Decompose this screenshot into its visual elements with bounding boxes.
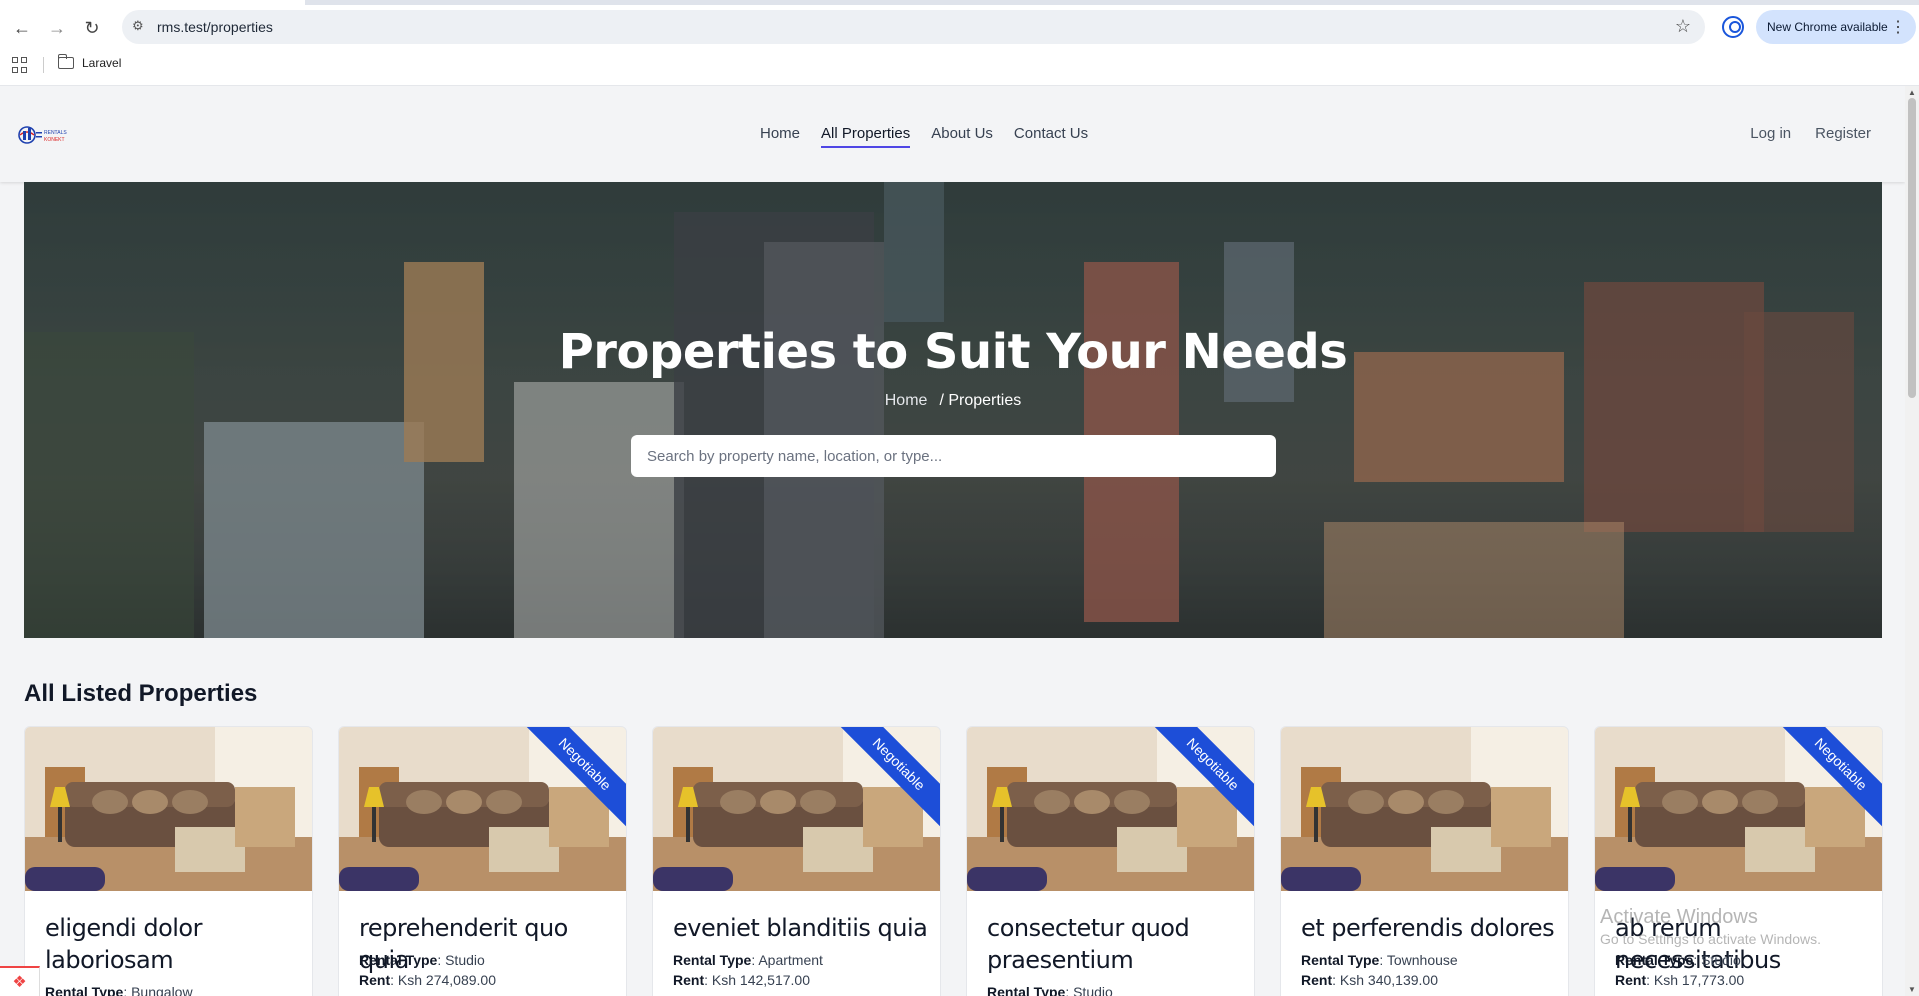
address-bar[interactable]: ⚙ rms.test/properties ☆ [122, 10, 1705, 44]
rent-value: Ksh 340,139.00 [1339, 972, 1438, 988]
page-viewport: RENTALS KONEKT Home All Properties About… [0, 86, 1905, 996]
browser-toolbar: ← → ↻ ⚙ rms.test/properties ☆ New Chrome… [0, 10, 1919, 46]
property-card[interactable]: Negotiable ab rerum necessitatibus Renta… [1594, 726, 1883, 996]
nav-home[interactable]: Home [760, 125, 800, 148]
property-image: Negotiable [967, 727, 1254, 891]
hero-banner: Properties to Suit Your Needs Home / Prop… [24, 182, 1882, 638]
property-rental-type: Rental Type: Studio [359, 952, 485, 968]
rental-type-value: Apartment [758, 952, 823, 968]
property-rent: Rent: Ksh 17,773.00 [1615, 972, 1745, 988]
property-title[interactable]: eligendi dolor laboriosam [45, 912, 300, 976]
site-logo[interactable]: RENTALS KONEKT [18, 122, 76, 148]
rental-type-label: Rental Type [1301, 952, 1380, 968]
nav-all-properties[interactable]: All Properties [821, 125, 911, 148]
property-rent: Rent: Ksh 274,089.00 [359, 972, 496, 988]
property-image: Negotiable [1595, 727, 1882, 891]
apps-grid-icon[interactable] [12, 57, 28, 73]
property-image: Negotiable [339, 727, 626, 891]
property-card[interactable]: et perferendis dolores Rental Type: Town… [1280, 726, 1569, 996]
property-card[interactable]: Negotiable consectetur quod praesentium … [966, 726, 1255, 996]
site-header: RENTALS KONEKT Home All Properties About… [0, 86, 1905, 182]
section-title: All Listed Properties [24, 680, 258, 707]
reload-icon[interactable]: ↻ [78, 14, 106, 42]
browser-chrome: ← → ↻ ⚙ rms.test/properties ☆ New Chrome… [0, 0, 1919, 86]
rental-type-value: Townhouse [1386, 952, 1458, 968]
property-title[interactable]: et perferendis dolores [1301, 912, 1556, 944]
rental-type-label: Rental Type [45, 984, 124, 996]
rental-type-value: Studio [1701, 952, 1741, 968]
page-title: Properties to Suit Your Needs [558, 324, 1348, 380]
register-link[interactable]: Register [1815, 125, 1871, 142]
rental-type-label: Rental Type [673, 952, 752, 968]
windows-activation-watermark: Activate Windows Go to Settings to activ… [1600, 906, 1821, 947]
property-card[interactable]: Negotiable eveniet blanditiis quia Renta… [652, 726, 941, 996]
rental-type-value: Studio [445, 952, 485, 968]
folder-icon [58, 54, 74, 69]
page-scrollbar[interactable]: ▲ ▼ [1905, 86, 1919, 996]
rent-value: Ksh 142,517.00 [711, 972, 810, 988]
watermark-line1: Activate Windows [1600, 906, 1758, 928]
property-card[interactable]: Negotiable reprehenderit quo quia Rental… [338, 726, 627, 996]
property-rental-type: Rental Type: Townhouse [1301, 952, 1458, 968]
rent-label: Rent [673, 972, 705, 988]
rent-label: Rent [1615, 972, 1647, 988]
property-search-input[interactable] [631, 435, 1276, 477]
bookmarks-divider [43, 57, 44, 73]
site-settings-icon[interactable]: ⚙ [132, 18, 150, 36]
chrome-update-label: New Chrome available [1767, 20, 1888, 34]
scroll-up-icon[interactable]: ▲ [1908, 88, 1916, 97]
scroll-down-icon[interactable]: ▼ [1908, 985, 1916, 994]
rent-value: Ksh 17,773.00 [1653, 972, 1745, 988]
back-icon[interactable]: ← [8, 14, 36, 42]
watermark-line2: Go to Settings to activate Windows. [1600, 931, 1821, 947]
breadcrumb-current: / Properties [939, 392, 1022, 409]
main-nav: Home All Properties About Us Contact Us [760, 125, 1088, 148]
url-text: rms.test/properties [157, 19, 273, 35]
debugbar-icon[interactable]: ❖ [0, 966, 40, 996]
breadcrumb: Home / Properties [24, 392, 1882, 410]
profile-icon[interactable] [1722, 16, 1744, 38]
auth-links: Log in Register [1750, 125, 1871, 142]
nav-about-us[interactable]: About Us [931, 125, 993, 148]
property-rental-type: Rental Type: Studio [1615, 952, 1741, 968]
more-menu-icon[interactable]: ⋮ [1890, 17, 1906, 37]
scrollbar-thumb[interactable] [1908, 98, 1916, 398]
rental-type-label: Rental Type [359, 952, 438, 968]
rental-type-value: Bungalow [131, 984, 193, 996]
property-rent: Rent: Ksh 142,517.00 [673, 972, 810, 988]
hero-city-image [24, 182, 1882, 638]
tab-strip [0, 0, 1919, 5]
rental-type-label: Rental Type [987, 984, 1066, 996]
rent-label: Rent [359, 972, 391, 988]
rent-value: Ksh 274,089.00 [397, 972, 496, 988]
property-title[interactable]: eveniet blanditiis quia [673, 912, 928, 944]
property-image [25, 727, 312, 891]
property-title[interactable]: consectetur quod praesentium [987, 912, 1242, 976]
login-link[interactable]: Log in [1750, 125, 1791, 142]
property-rental-type: Rental Type: Studio [987, 984, 1113, 996]
property-rental-type: Rental Type: Bungalow [45, 984, 193, 996]
rent-label: Rent [1301, 972, 1333, 988]
property-image: Negotiable [653, 727, 940, 891]
svg-text:KONEKT: KONEKT [44, 137, 65, 143]
breadcrumb-home[interactable]: Home [885, 392, 928, 409]
nav-contact-us[interactable]: Contact Us [1014, 125, 1088, 148]
forward-icon[interactable]: → [43, 14, 71, 42]
bookmark-folder-laravel[interactable]: Laravel [58, 54, 122, 70]
bookmarks-bar: Laravel [0, 54, 1919, 76]
rental-type-label: Rental Type [1615, 952, 1694, 968]
property-card-list: eligendi dolor laboriosam Rental Type: B… [24, 726, 1883, 996]
property-rent: Rent: Ksh 340,139.00 [1301, 972, 1438, 988]
rental-type-value: Studio [1073, 984, 1113, 996]
chrome-update-button[interactable]: New Chrome available ⋮ [1756, 10, 1916, 44]
property-image [1281, 727, 1568, 891]
bookmark-folder-label: Laravel [82, 56, 122, 70]
property-card[interactable]: eligendi dolor laboriosam Rental Type: B… [24, 726, 313, 996]
property-rental-type: Rental Type: Apartment [673, 952, 823, 968]
bookmark-star-icon[interactable]: ☆ [1675, 16, 1691, 37]
svg-text:RENTALS: RENTALS [44, 130, 67, 136]
